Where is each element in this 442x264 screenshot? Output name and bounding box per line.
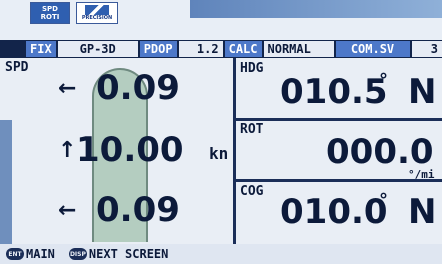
mid-speed-value: 10.00 [76, 130, 184, 170]
com-sv-label: COM.SV [335, 41, 410, 57]
speed-log-logo: SPD ROTI [30, 2, 70, 24]
rot-label: ROT [240, 122, 264, 137]
pdop-label: PDOP [139, 41, 177, 57]
speed-unit: kn [209, 144, 229, 163]
precision-mark-icon [85, 5, 109, 15]
main-softkey[interactable]: ENT MAIN [6, 247, 55, 261]
aft-arrow-icon: ← [58, 198, 77, 223]
gps-mode: GP-3D [57, 41, 138, 57]
hdg-reference: N [408, 72, 437, 112]
soft-key-bar: ENT MAIN DISP NEXT SCREEN [0, 244, 442, 264]
main-softkey-label: MAIN [26, 247, 55, 261]
bezel-highlight [190, 0, 442, 18]
cog-degree-symbol: ° [379, 190, 388, 211]
fwd-arrow-icon: ← [58, 76, 77, 101]
mid-arrow-icon: ↑ [58, 138, 77, 163]
sv-count: 3 [411, 41, 442, 57]
precision-logo: PRECISION [76, 2, 118, 24]
logo-text-bottom: ROTI [40, 13, 60, 21]
spd-label: SPD [5, 60, 29, 75]
calc-mode: NORMAL [263, 41, 334, 57]
rot-value: 000.0 [326, 132, 434, 172]
next-screen-softkey[interactable]: DISP NEXT SCREEN [68, 247, 169, 261]
cog-value: 010.0 [280, 192, 388, 232]
fix-label: FIX [26, 41, 56, 57]
brand-text: PRECISION [81, 15, 113, 21]
aft-speed-value: 0.09 [96, 190, 180, 230]
calc-label: CALC [224, 41, 262, 57]
nav-display: SPD ROTI PRECISION FIX GP-3D PDOP 1.2 CA… [0, 0, 442, 264]
divider-hdg-rot [236, 118, 442, 121]
vertical-divider [233, 58, 236, 244]
fwd-speed-value: 0.09 [96, 68, 180, 108]
cog-reference: N [408, 192, 437, 232]
main-panel: SPD ← 0.09 ↑ 10.00 kn ← 0.09 HDG 010.5 °… [0, 58, 442, 244]
hdg-value: 010.5 [280, 72, 388, 112]
pdop-value: 1.2 [178, 41, 223, 57]
rot-unit: °/mi [408, 168, 435, 181]
bezel-left-edge [0, 120, 12, 245]
cog-label: COG [240, 184, 264, 199]
status-bar: FIX GP-3D PDOP 1.2 CALC NORMAL COM.SV 3 [0, 40, 442, 58]
hdg-label: HDG [240, 61, 264, 76]
hdg-degree-symbol: ° [379, 70, 388, 91]
next-screen-label: NEXT SCREEN [88, 247, 169, 261]
disp-key-icon: DISP [68, 248, 87, 260]
ent-key-icon: ENT [6, 248, 24, 260]
logo-text-top: SPD [42, 5, 58, 13]
